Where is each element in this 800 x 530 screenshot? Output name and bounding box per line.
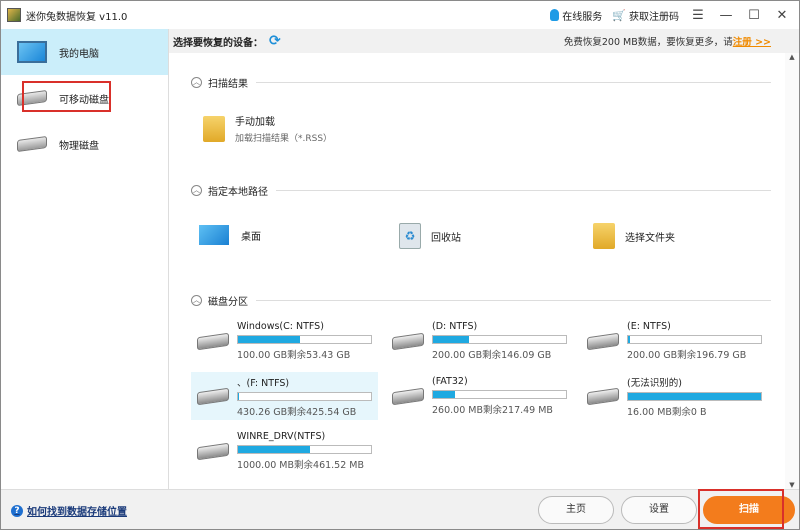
promo-label: 免费恢复200 MB数据，要恢复更多，请 [563, 37, 733, 48]
highlight-box [698, 489, 784, 529]
usage-bar [237, 445, 372, 454]
drive-icon [197, 387, 229, 405]
section-local-path[interactable]: ︿ 指定本地路径 [191, 183, 771, 198]
usage-bar [627, 391, 762, 401]
drive-icon [17, 135, 47, 153]
qq-icon [550, 9, 560, 21]
drive-icon [392, 332, 424, 350]
partition-size: 260.00 MB剩余217.49 MB [432, 405, 553, 416]
footer: ? 如何找到数据存储位置 主页 设置 扫描 [1, 489, 799, 529]
settings-button[interactable]: 设置 [621, 496, 697, 524]
partition-name: Windows(C: NTFS) [237, 321, 324, 332]
item-subtitle: 加载扫描结果（*.RSS） [235, 134, 333, 144]
get-code-label: 获取注册码 [629, 11, 679, 23]
promo-text: 免费恢复200 MB数据，要恢复更多，请注册 >> [564, 34, 771, 48]
section-title: 扫描结果 [208, 79, 248, 90]
sidebar-item-label: 我的电脑 [59, 48, 99, 60]
app-logo-icon [7, 8, 21, 22]
drive-icon [587, 387, 619, 405]
collapse-icon[interactable]: ︿ [191, 77, 202, 88]
folder-icon [203, 115, 225, 142]
partition-size: 16.00 MB剩余0 B [627, 406, 707, 418]
register-link[interactable]: 注册 >> [733, 37, 771, 48]
select-folder-item[interactable]: 选择文件夹 [593, 223, 675, 249]
partition-item[interactable]: 、(F: NTFS) 430.26 GB剩余425.54 GB [191, 372, 378, 420]
toolbar: 选择要恢复的设备： ⟳ 免费恢复200 MB数据，要恢复更多，请注册 >> [169, 29, 799, 53]
item-label: 选择文件夹 [625, 232, 675, 244]
content-area: ︿ 扫描结果 手动加载 加载扫描结果（*.RSS） ︿ 指定本地路径 桌面 ♻ 回收站 … [169, 53, 785, 489]
recycle-bin-icon: ♻ [399, 223, 421, 249]
cart-icon: 🛒 [612, 8, 626, 22]
partition-size: 1000.00 MB剩余461.52 MB [237, 460, 364, 471]
minimize-button[interactable]: — [717, 8, 735, 23]
collapse-icon[interactable]: ︿ [191, 295, 202, 306]
usage-bar [432, 335, 567, 344]
sidebar-item-label: 物理磁盘 [59, 140, 99, 152]
partition-size: 200.00 GB剩余146.09 GB [432, 350, 552, 361]
home-button[interactable]: 主页 [538, 496, 614, 524]
section-title: 指定本地路径 [208, 187, 268, 198]
usage-bar [237, 391, 372, 401]
partition-size: 200.00 GB剩余196.79 GB [627, 350, 747, 361]
item-label: 桌面 [241, 231, 261, 243]
partition-name: (D: NTFS) [432, 321, 478, 332]
partition-item[interactable]: (无法识别的) 16.00 MB剩余0 B [581, 372, 768, 420]
highlight-box [22, 81, 111, 112]
partition-item[interactable]: (D: NTFS) 200.00 GB剩余146.09 GB [386, 317, 573, 365]
item-label: 回收站 [431, 232, 461, 244]
collapse-icon[interactable]: ︿ [191, 185, 202, 196]
help-label: 如何找到数据存储位置 [27, 507, 127, 518]
section-partitions[interactable]: ︿ 磁盘分区 [191, 293, 771, 308]
monitor-icon [17, 41, 47, 63]
question-icon: ? [11, 504, 23, 517]
partition-name: WINRE_DRV(NTFS) [237, 431, 326, 442]
desktop-item[interactable]: 桌面 [199, 225, 261, 245]
item-title: 手动加载 [235, 117, 275, 128]
usage-bar [627, 335, 762, 344]
refresh-icon[interactable]: ⟳ [269, 33, 281, 49]
partition-item[interactable]: (FAT32) 260.00 MB剩余217.49 MB [386, 372, 573, 420]
partition-item[interactable]: (E: NTFS) 200.00 GB剩余196.79 GB [581, 317, 768, 365]
drive-icon [197, 442, 229, 460]
manual-load-item[interactable]: 手动加载加载扫描结果（*.RSS） [203, 113, 332, 144]
partition-name: (E: NTFS) [627, 321, 671, 332]
drive-icon [197, 332, 229, 350]
partition-size: 100.00 GB剩余53.43 GB [237, 350, 351, 361]
help-link[interactable]: ? 如何找到数据存储位置 [11, 503, 127, 518]
online-service-label: 在线服务 [562, 11, 603, 23]
drive-icon [587, 332, 619, 350]
partition-name: (无法识别的) [627, 377, 682, 389]
section-scan-results[interactable]: ︿ 扫描结果 [191, 75, 771, 90]
sidebar-item-physical-disk[interactable]: 物理磁盘 [1, 121, 168, 167]
section-title: 磁盘分区 [208, 297, 248, 308]
folder-icon [593, 223, 615, 249]
recycle-bin-item[interactable]: ♻ 回收站 [399, 223, 461, 249]
maximize-button[interactable]: ☐ [745, 8, 763, 23]
desktop-icon [199, 225, 229, 245]
drive-icon [392, 387, 424, 405]
partition-item[interactable]: WINRE_DRV(NTFS) 1000.00 MB剩余461.52 MB [191, 427, 378, 475]
usage-bar [432, 390, 567, 399]
partition-name: 、(F: NTFS) [237, 377, 290, 389]
close-button[interactable]: ✕ [773, 8, 791, 23]
usage-bar [237, 335, 372, 344]
window-title: 迷你兔数据恢复 v11.0 [26, 11, 128, 23]
menu-icon[interactable]: ☰ [689, 8, 707, 23]
sidebar-item-my-computer[interactable]: 我的电脑 [1, 29, 168, 75]
select-device-label: 选择要恢复的设备： [173, 37, 263, 49]
title-bar: 迷你兔数据恢复 v11.0 在线服务 🛒 获取注册码 ☰ — ☐ ✕ [1, 1, 799, 29]
partition-name: (FAT32) [432, 376, 468, 387]
get-code-link[interactable]: 🛒 获取注册码 [612, 8, 679, 23]
scrollbar[interactable]: ▲ ▼ [785, 53, 799, 489]
online-service-link[interactable]: 在线服务 [550, 8, 602, 23]
partition-size: 430.26 GB剩余425.54 GB [237, 406, 357, 418]
partition-item[interactable]: Windows(C: NTFS) 100.00 GB剩余53.43 GB [191, 317, 378, 365]
